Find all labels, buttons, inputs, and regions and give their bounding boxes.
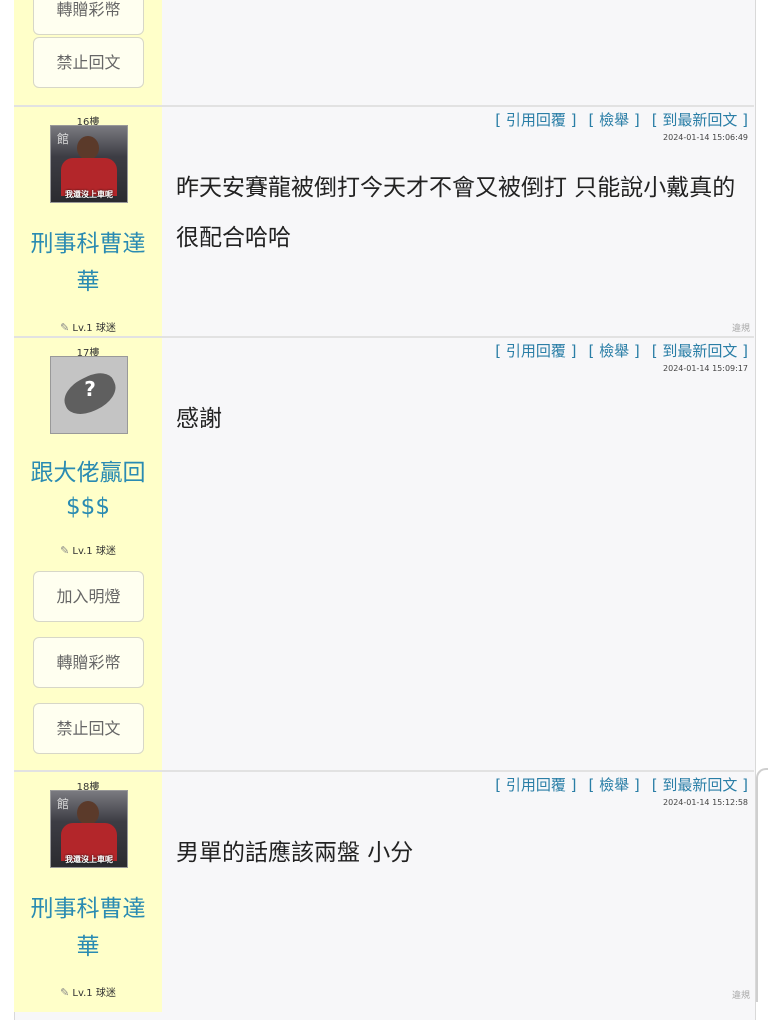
post-18: 18樓 館 我還沒上車呢 刑事科曹達華 ✎ Lv.1 球迷 [ 引用回覆 ] [ 檢…: [14, 770, 754, 1012]
pencil-icon: ✎: [60, 986, 70, 999]
user-level-text: Lv.1 球迷: [72, 988, 116, 999]
post-sidebar: 轉贈彩幣 禁止回文: [14, 0, 162, 105]
ban-reply-button[interactable]: 禁止回文: [33, 37, 144, 88]
username[interactable]: 跟大佬贏回$$$: [14, 456, 162, 524]
post-message: 男單的話應該兩盤 小分: [176, 840, 414, 866]
post-sidebar: 18樓 館 我還沒上車呢 刑事科曹達華 ✎ Lv.1 球迷: [14, 772, 162, 1012]
quote-reply-link[interactable]: [ 引用回覆 ]: [495, 111, 576, 129]
post-actions: [ 引用回覆 ] [ 檢舉 ] [ 到最新回文 ]: [483, 109, 748, 130]
post-17: 17樓 ? 跟大佬贏回$$$ ✎ Lv.1 球迷 加入明燈 轉贈彩幣 禁止回文 […: [14, 336, 754, 772]
post-sidebar: 17樓 ? 跟大佬贏回$$$ ✎ Lv.1 球迷 加入明燈 轉贈彩幣 禁止回文: [14, 338, 162, 772]
post-message: 昨天安賽龍被倒打今天才不會又被倒打 只能說小戴真的很配合哈哈: [176, 175, 736, 251]
user-level: ✎ Lv.1 球迷: [14, 984, 162, 999]
violation-link[interactable]: 違規: [732, 988, 750, 1001]
report-link[interactable]: [ 檢舉 ]: [589, 342, 640, 360]
username[interactable]: 刑事科曹達華: [14, 225, 162, 301]
quote-reply-link[interactable]: [ 引用回覆 ]: [495, 342, 576, 360]
post-actions: [ 引用回覆 ] [ 檢舉 ] [ 到最新回文 ]: [483, 340, 748, 361]
post-partial: 轉贈彩幣 禁止回文: [14, 0, 754, 105]
avatar-sign: 館: [57, 797, 70, 811]
user-level-text: Lv.1 球迷: [72, 323, 116, 334]
avatar-head: [77, 136, 99, 160]
gift-coins-button[interactable]: 轉贈彩幣: [33, 637, 144, 688]
post-actions: [ 引用回覆 ] [ 檢舉 ] [ 到最新回文 ]: [483, 774, 748, 795]
post-timestamp: 2024-01-14 15:12:58: [663, 798, 748, 807]
ban-reply-button[interactable]: 禁止回文: [33, 703, 144, 754]
avatar-sign: 館: [57, 132, 70, 146]
avatar[interactable]: 館 我還沒上車呢: [50, 790, 128, 868]
scroll-indicator[interactable]: [756, 768, 768, 1002]
question-mark-icon: ?: [84, 377, 96, 401]
avatar-caption: 我還沒上車呢: [65, 190, 113, 199]
user-level: ✎ Lv.1 球迷: [14, 319, 162, 334]
violation-link[interactable]: 違規: [732, 321, 750, 334]
quote-reply-link[interactable]: [ 引用回覆 ]: [495, 776, 576, 794]
latest-reply-link[interactable]: [ 到最新回文 ]: [652, 342, 748, 360]
post-sidebar: 16樓 館 我還沒上車呢 刑事科曹達華 ✎ Lv.1 球迷: [14, 107, 162, 338]
user-level: ✎ Lv.1 球迷: [14, 542, 162, 557]
username[interactable]: 刑事科曹達華: [14, 890, 162, 966]
unknown-user-icon[interactable]: ?: [50, 356, 128, 434]
avatar-head: [77, 801, 99, 825]
report-link[interactable]: [ 檢舉 ]: [589, 776, 640, 794]
pencil-icon: ✎: [60, 321, 70, 334]
post-message: 感謝: [176, 406, 222, 432]
post-timestamp: 2024-01-14 15:06:49: [663, 133, 748, 142]
post-16: 16樓 館 我還沒上車呢 刑事科曹達華 ✎ Lv.1 球迷 [ 引用回覆 ] [ 檢…: [14, 105, 754, 338]
add-lamp-button[interactable]: 加入明燈: [33, 571, 144, 622]
avatar-caption: 我還沒上車呢: [65, 855, 113, 864]
user-level-text: Lv.1 球迷: [72, 546, 116, 557]
post-timestamp: 2024-01-14 15:09:17: [663, 364, 748, 373]
avatar[interactable]: 館 我還沒上車呢: [50, 125, 128, 203]
report-link[interactable]: [ 檢舉 ]: [589, 111, 640, 129]
latest-reply-link[interactable]: [ 到最新回文 ]: [652, 776, 748, 794]
pencil-icon: ✎: [60, 544, 70, 557]
latest-reply-link[interactable]: [ 到最新回文 ]: [652, 111, 748, 129]
gift-coins-button[interactable]: 轉贈彩幣: [33, 0, 144, 35]
